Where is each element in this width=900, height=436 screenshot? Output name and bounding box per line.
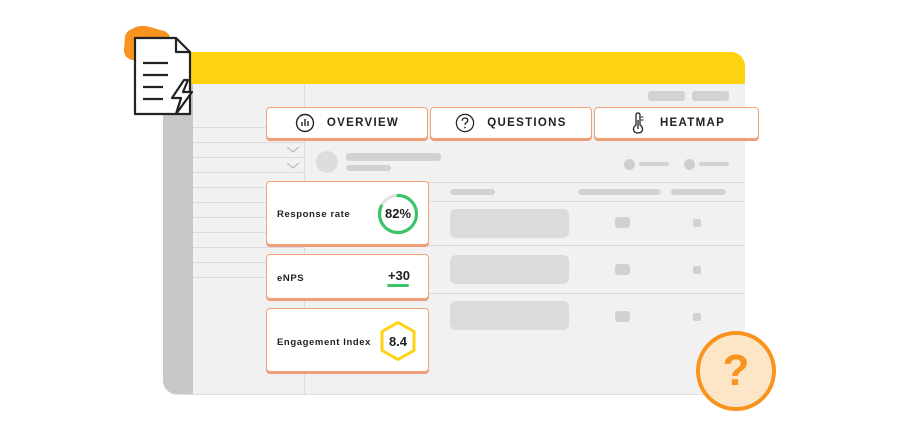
tab-label: HEATMAP bbox=[659, 117, 726, 129]
column-header-placeholder bbox=[671, 189, 726, 195]
question-circle-icon bbox=[455, 113, 475, 133]
title-bar bbox=[163, 52, 745, 84]
legend-dot bbox=[684, 159, 695, 170]
subtitle-placeholder bbox=[346, 165, 391, 171]
thermometer-icon bbox=[628, 112, 648, 134]
avatar bbox=[316, 151, 338, 173]
help-button[interactable]: ? bbox=[696, 331, 776, 411]
title-placeholder bbox=[346, 153, 441, 161]
tab-overview[interactable]: OVERVIEW bbox=[266, 107, 428, 139]
metric-value: 8.4 bbox=[388, 334, 408, 349]
window-control-placeholder[interactable] bbox=[648, 91, 685, 101]
tab-label: OVERVIEW bbox=[326, 117, 400, 129]
sidebar bbox=[163, 84, 193, 394]
column-header-placeholder bbox=[450, 189, 495, 195]
chevron-down-icon[interactable] bbox=[286, 162, 300, 170]
legend-placeholder bbox=[639, 162, 669, 166]
metric-value: +30 bbox=[387, 268, 411, 283]
value-underline bbox=[387, 284, 409, 287]
chevron-down-icon[interactable] bbox=[286, 146, 300, 154]
document-lightning-icon bbox=[124, 25, 194, 116]
metric-label: eNPS bbox=[277, 273, 305, 284]
window-control-placeholder[interactable] bbox=[692, 91, 729, 101]
tab-heatmap[interactable]: HEATMAP bbox=[594, 107, 759, 139]
app-window bbox=[163, 52, 745, 394]
metric-label: Response rate bbox=[277, 209, 351, 220]
legend-placeholder bbox=[699, 162, 729, 166]
metric-label: Engagement Index bbox=[277, 337, 372, 348]
metric-card-engagement-index[interactable]: Engagement Index 8.4 bbox=[266, 308, 429, 372]
legend-dot bbox=[624, 159, 635, 170]
bar-chart-icon bbox=[295, 113, 315, 133]
help-question-mark: ? bbox=[722, 346, 750, 395]
tab-questions[interactable]: QUESTIONS bbox=[430, 107, 592, 139]
metric-card-enps[interactable]: eNPS +30 bbox=[266, 254, 429, 299]
table-row[interactable] bbox=[450, 255, 569, 284]
metric-card-response-rate[interactable]: Response rate 82% bbox=[266, 181, 429, 245]
metric-value: 82% bbox=[384, 206, 412, 221]
table-row[interactable] bbox=[450, 209, 569, 238]
tab-label: QUESTIONS bbox=[487, 117, 567, 129]
table-row[interactable] bbox=[450, 301, 569, 330]
column-header-placeholder bbox=[578, 189, 661, 195]
